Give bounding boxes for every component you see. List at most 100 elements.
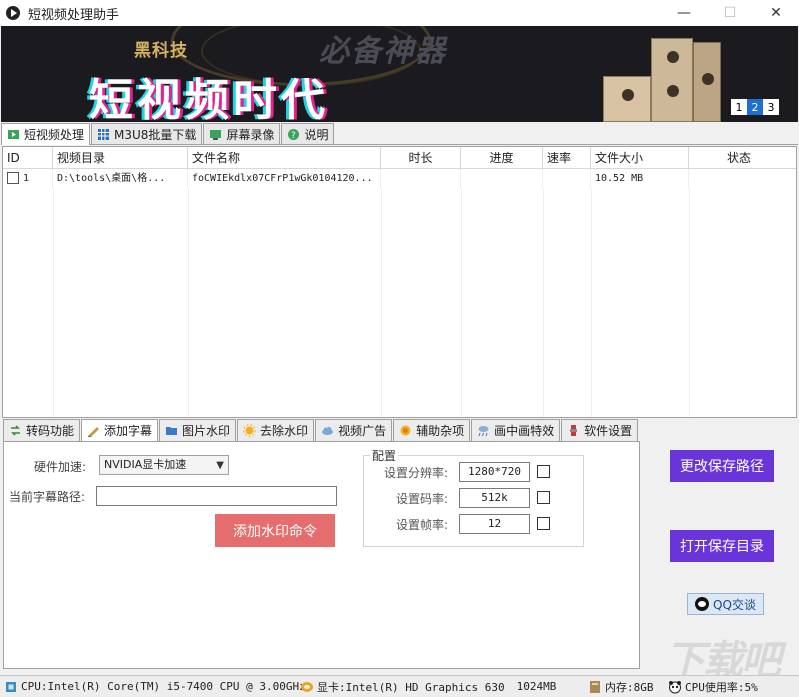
subtitle-panel: 硬件加速: NVIDIA显卡加速 ▼ 当前字幕路径: 添加水印命令 配置 设置分… [3, 441, 640, 669]
banner-headline: 短视频时代 [89, 75, 329, 122]
tab-screen-record[interactable]: 屏幕录像 [203, 123, 281, 144]
vintage-radio-image [603, 32, 723, 122]
row-checkbox[interactable] [7, 172, 19, 184]
grid-icon [97, 128, 110, 141]
tab-add-subtitle[interactable]: 添加字幕 [81, 419, 159, 441]
col-status[interactable]: 状态 [689, 147, 789, 169]
banner-subtitle: 黑科技 [134, 41, 188, 61]
badge-icon [399, 424, 412, 437]
screen-icon [209, 128, 222, 141]
app-play-icon [6, 6, 20, 20]
fps-checkbox[interactable] [537, 517, 550, 530]
cpu-status: CPU:Intel(R) Core(TM) i5-7400 CPU @ 3.00… [4, 676, 306, 697]
tab-label: 软件设置 [584, 424, 633, 438]
tab-label: 视频广告 [338, 424, 387, 438]
tab-remove-watermark[interactable]: 去除水印 [237, 419, 315, 441]
bitrate-label: 设置码率: [396, 492, 449, 506]
tab-label: 图片水印 [182, 424, 231, 438]
banner-page-1[interactable]: 1 [731, 99, 747, 115]
tab-image-watermark[interactable]: 图片水印 [159, 419, 237, 441]
cpu-icon [4, 680, 18, 694]
row-name: foCWIEkdlx07CFrP1wGk0104120... [188, 169, 381, 189]
row-status [689, 169, 789, 189]
hw-accel-value: NVIDIA显卡加速 [104, 458, 187, 471]
cpu-usage-text: CPU使用率:5% [685, 680, 758, 694]
memory-status: 内存:8GB [588, 676, 668, 697]
main-tabs: 短视频处理 M3U8批量下载 屏幕录像 ? 说明 [1, 123, 798, 145]
tab-label: 添加字幕 [104, 424, 153, 438]
banner-background-text: 必备神器 [319, 34, 447, 69]
function-tabs: 转码功能 添加字幕 图片水印 去除水印 视频广告 辅助杂项 画中画特效 软件设置 [3, 419, 640, 441]
open-save-dir-button[interactable]: 打开保存目录 [670, 530, 774, 562]
qq-penguin-icon [695, 597, 710, 611]
hw-accel-label: 硬件加速: [34, 460, 87, 474]
tab-label: 短视频处理 [24, 128, 85, 142]
bitrate-checkbox[interactable] [537, 491, 550, 504]
col-size[interactable]: 文件大小 [591, 147, 689, 169]
banner-pager: 1 2 3 [731, 99, 779, 115]
col-duration[interactable]: 时长 [381, 147, 461, 169]
tab-label: 去除水印 [260, 424, 309, 438]
col-dir[interactable]: 视频目录 [53, 147, 188, 169]
qq-chat-button[interactable]: QQ交谈 [687, 593, 764, 615]
resolution-checkbox[interactable] [537, 465, 550, 478]
window-title: 短视频处理助手 [28, 7, 120, 23]
banner-page-3[interactable]: 3 [763, 99, 779, 115]
add-watermark-command-button[interactable]: 添加水印命令 [215, 514, 335, 547]
tab-pip-effect[interactable]: 画中画特效 [471, 419, 561, 441]
svg-text:?: ? [291, 131, 296, 141]
col-progress[interactable]: 进度 [461, 147, 543, 169]
change-save-path-button[interactable]: 更改保存路径 [670, 450, 774, 482]
tab-label: 转码功能 [26, 424, 75, 438]
hw-accel-select[interactable]: NVIDIA显卡加速 ▼ [99, 455, 229, 475]
fps-label: 设置帧率: [396, 518, 449, 532]
row-id: 1 [23, 173, 30, 184]
resolution-input[interactable]: 1280*720 [459, 462, 530, 482]
panda-icon [668, 680, 682, 694]
window-controls: — ☐ ✕ [661, 0, 799, 26]
cpu-usage-status: CPU使用率:5% [668, 676, 792, 697]
subtitle-icon [87, 424, 100, 437]
tab-label: M3U8批量下载 [114, 127, 197, 142]
title-bar: 短视频处理助手 — ☐ ✕ [0, 0, 799, 26]
subtitle-path-label: 当前字幕路径: [9, 490, 86, 504]
tab-video-ads[interactable]: 视频广告 [315, 419, 393, 441]
subtitle-path-input[interactable] [96, 486, 337, 506]
fps-input[interactable]: 12 [459, 514, 530, 534]
minimize-button[interactable]: — [661, 0, 707, 26]
banner-page-2[interactable]: 2 [747, 99, 763, 115]
rain-icon [477, 424, 490, 437]
tab-short-video[interactable]: 短视频处理 [1, 123, 91, 145]
col-id[interactable]: ID [3, 147, 53, 169]
row-dir: D:\tools\桌面\格... [53, 169, 188, 189]
tab-transcode[interactable]: 转码功能 [3, 419, 81, 441]
table-header: ID 视频目录 文件名称 时长 进度 速率 文件大小 状态 [3, 147, 796, 169]
promo-banner[interactable]: 必备神器 黑科技 短视频时代 1 2 3 [1, 26, 798, 122]
row-size: 10.52 MB [591, 169, 689, 189]
memory-icon [588, 680, 602, 694]
tab-misc[interactable]: 辅助杂项 [393, 419, 471, 441]
tab-m3u8-download[interactable]: M3U8批量下载 [91, 123, 203, 144]
row-duration [381, 169, 461, 189]
maximize-button[interactable]: ☐ [707, 0, 753, 26]
video-icon [7, 128, 20, 141]
qq-label: QQ交谈 [713, 597, 756, 612]
memory-text: 内存:8GB [605, 680, 654, 694]
table-grid [3, 189, 796, 417]
help-icon: ? [287, 128, 300, 141]
table-row[interactable]: 1 D:\tools\桌面\格... foCWIEkdlx07CFrP1wGk0… [3, 169, 796, 189]
cpu-text: CPU:Intel(R) Core(TM) i5-7400 CPU @ 3.00… [21, 680, 306, 693]
bitrate-input[interactable]: 512k [459, 488, 530, 508]
config-group: 配置 设置分辨率: 1280*720 设置码率: 512k 设置帧率: 12 [363, 447, 584, 547]
close-button[interactable]: ✕ [753, 0, 799, 26]
file-table[interactable]: ID 视频目录 文件名称 时长 进度 速率 文件大小 状态 1 D:\tools… [2, 146, 797, 418]
transcode-icon [9, 424, 22, 437]
tab-help[interactable]: ? 说明 [281, 123, 335, 144]
col-rate[interactable]: 速率 [543, 147, 591, 169]
resolution-label: 设置分辨率: [384, 466, 449, 480]
tab-software-settings[interactable]: 软件设置 [561, 419, 639, 441]
row-rate [543, 169, 591, 189]
config-title: 配置 [370, 447, 399, 464]
gpu-icon [300, 680, 314, 694]
col-name[interactable]: 文件名称 [188, 147, 381, 169]
